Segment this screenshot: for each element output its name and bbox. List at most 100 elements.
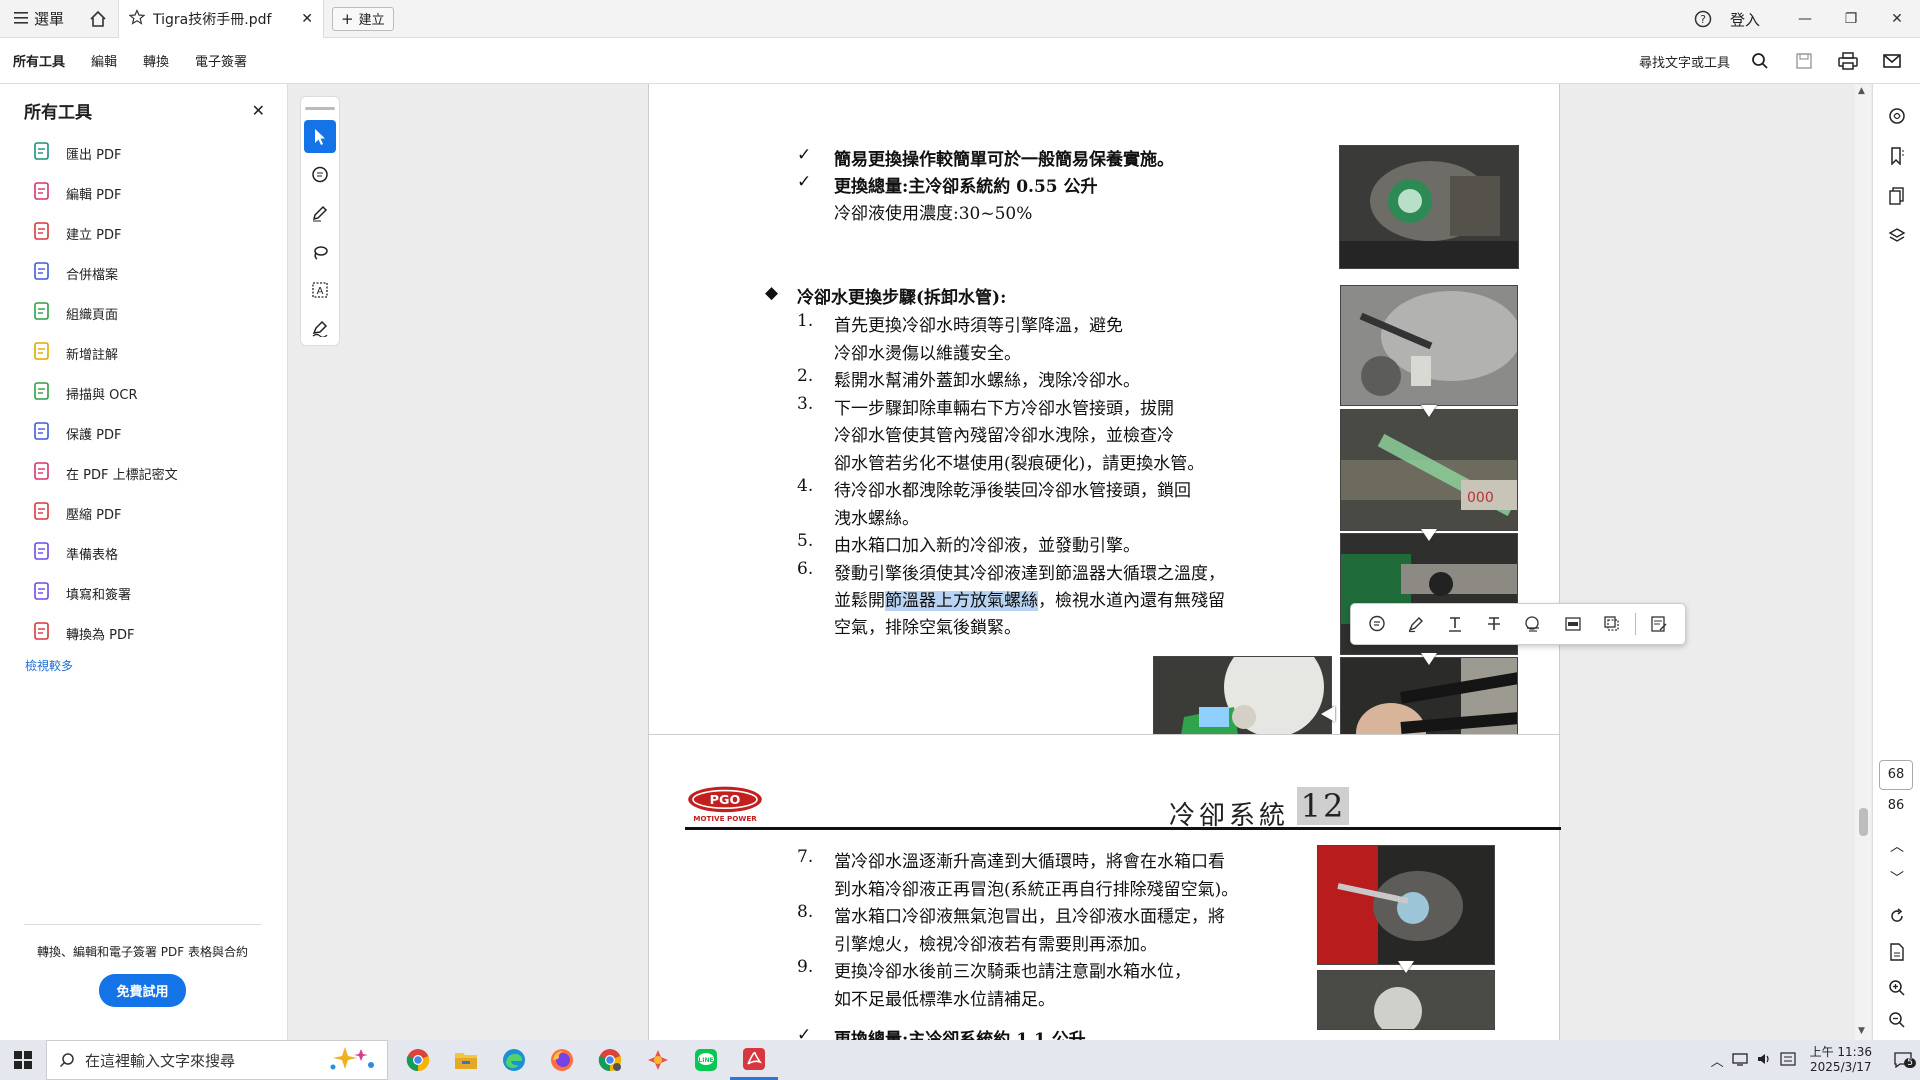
tool-item[interactable]: 新增註解 (0, 333, 287, 373)
previous-page-button[interactable]: ︿ (1881, 830, 1913, 862)
star-icon[interactable] (128, 8, 146, 29)
scroll-down-icon[interactable]: ▼ (1858, 1026, 1865, 1036)
edge-icon (503, 1049, 525, 1071)
scrollbar-thumb[interactable] (1859, 808, 1868, 836)
tool-label: 編輯 PDF (66, 187, 122, 203)
copy-text-button[interactable] (1596, 608, 1628, 640)
underline-button[interactable] (1439, 608, 1471, 640)
menu-all-tools[interactable]: 所有工具 (0, 38, 78, 84)
freehand-tool-button[interactable] (304, 235, 336, 268)
layers-icon (1888, 228, 1906, 242)
comment-tool-button[interactable] (304, 158, 336, 191)
selected-text[interactable]: 節溫器上方放氣螺絲 (885, 591, 1038, 611)
next-page-button[interactable]: ﹀ (1881, 862, 1913, 894)
document-viewport[interactable]: ✓ 簡易更換操作較簡單可於一般簡易保養實施。 ✓ 更換總量:主冷卻系統約 0.55 公… (288, 84, 1864, 1040)
tool-item[interactable]: 壓縮 PDF (0, 493, 287, 533)
menu-esign[interactable]: 電子簽署 (182, 38, 260, 84)
redact-icon (1565, 617, 1581, 631)
photo-drain-bolt (1340, 285, 1518, 406)
tool-label: 建立 PDF (66, 227, 122, 243)
tool-item[interactable]: 在 PDF 上標記密文 (0, 453, 287, 493)
add-comment-button[interactable] (1361, 608, 1393, 640)
promo-text: 轉換、編輯和電子簽署 PDF 表格與合約 (36, 945, 248, 959)
tool-label: 匯出 PDF (66, 147, 122, 163)
document-tab[interactable]: Tigra技術手冊.pdf ✕ (118, 0, 325, 38)
tool-item[interactable]: 掃描與 OCR (0, 373, 287, 413)
select-tool-button[interactable] (304, 119, 336, 154)
page-extract-button[interactable] (1881, 936, 1913, 968)
notification-button[interactable]: 5 (1886, 1052, 1920, 1068)
redact-button[interactable] (1557, 608, 1589, 640)
chrome-app[interactable] (394, 1040, 442, 1080)
close-tab-icon[interactable]: ✕ (301, 11, 313, 27)
clock[interactable]: 上午 11:36 2025/3/17 (1804, 1045, 1878, 1075)
tool-item[interactable]: 組織頁面 (0, 293, 287, 333)
photos-app[interactable] (634, 1040, 682, 1080)
zoom-out-button[interactable] (1881, 1004, 1913, 1036)
ai-assistant-button[interactable] (1881, 100, 1913, 132)
search-button[interactable] (1740, 41, 1780, 81)
tool-item[interactable]: 合併檔案 (0, 253, 287, 293)
strikethrough-button[interactable] (1478, 608, 1510, 640)
start-button[interactable] (0, 1040, 46, 1080)
bookmarks-button[interactable] (1881, 140, 1913, 172)
tray-overflow-icon[interactable]: ︿ (1711, 1051, 1724, 1070)
tool-item[interactable]: 編輯 PDF (0, 173, 287, 213)
close-window-button[interactable]: ✕ (1874, 0, 1920, 38)
minimize-button[interactable]: — (1782, 0, 1828, 38)
create-button[interactable]: + 建立 (332, 6, 394, 31)
firefox-app[interactable] (538, 1040, 586, 1080)
email-button[interactable] (1872, 41, 1912, 81)
more-options-button[interactable] (1643, 608, 1675, 640)
pages-button[interactable] (1881, 180, 1913, 212)
tool-item[interactable]: 轉換為 PDF (0, 613, 287, 653)
ime-icon[interactable] (1779, 1051, 1796, 1069)
layers-button[interactable] (1881, 220, 1913, 252)
replace-text-button[interactable] (1517, 608, 1549, 640)
tool-item[interactable]: 匯出 PDF (0, 133, 287, 173)
menu-button[interactable]: 選單 (0, 0, 78, 38)
scan-ocr-icon (32, 381, 52, 405)
highlight-button[interactable] (1400, 608, 1432, 640)
sign-tool-button[interactable] (304, 312, 336, 345)
tool-item[interactable]: 建立 PDF (0, 213, 287, 253)
menu-convert[interactable]: 轉換 (130, 38, 182, 84)
print-button[interactable] (1828, 41, 1868, 81)
network-icon[interactable] (1731, 1052, 1748, 1069)
vertical-scrollbar[interactable]: ▲ ▼ (1855, 84, 1871, 1040)
step-line: 洩水螺絲。 (834, 508, 919, 529)
taskbar-search[interactable]: 在這裡輸入文字來搜尋 (46, 1040, 388, 1080)
see-more-link[interactable]: 檢視較多 (0, 653, 287, 674)
drag-handle[interactable] (305, 107, 335, 110)
line-app[interactable]: LINE (682, 1040, 730, 1080)
file-explorer-app[interactable] (442, 1040, 490, 1080)
tool-item[interactable]: 填寫和簽署 (0, 573, 287, 613)
text-box-tool-button[interactable]: A (304, 273, 336, 306)
restore-button[interactable]: ❐ (1828, 0, 1874, 38)
free-trial-button[interactable]: 免費試用 (99, 974, 186, 1007)
print-icon (1838, 52, 1858, 70)
save-button[interactable] (1784, 41, 1824, 81)
find-text-tools[interactable]: 尋找文字或工具 (1639, 52, 1736, 71)
edge-app[interactable] (490, 1040, 538, 1080)
menu-edit[interactable]: 編輯 (78, 38, 130, 84)
scroll-up-icon[interactable]: ▲ (1858, 86, 1865, 96)
clock-time: 上午 11:36 (1809, 1045, 1872, 1059)
login-button[interactable]: 登入 (1718, 9, 1782, 30)
ai-assistant-icon (1889, 108, 1905, 124)
document-icon (1890, 943, 1904, 961)
current-page-input[interactable]: 68 (1879, 760, 1913, 790)
notification-count: 5 (1904, 1058, 1916, 1068)
zoom-in-button[interactable] (1881, 972, 1913, 1004)
step6-line2[interactable]: 並鬆開節溫器上方放氣螺絲，檢視水道內還有無殘留 (834, 586, 1225, 611)
chrome-profile-app[interactable] (586, 1040, 634, 1080)
draw-tool-button[interactable] (304, 197, 336, 230)
tool-item[interactable]: 準備表格 (0, 533, 287, 573)
help-button[interactable]: ? (1688, 10, 1718, 28)
acrobat-app[interactable] (730, 1040, 778, 1080)
volume-icon[interactable] (1756, 1052, 1772, 1069)
home-button[interactable] (78, 0, 118, 38)
panel-close-icon[interactable]: ✕ (252, 101, 265, 120)
rotate-button[interactable] (1881, 900, 1913, 932)
tool-item[interactable]: 保護 PDF (0, 413, 287, 453)
